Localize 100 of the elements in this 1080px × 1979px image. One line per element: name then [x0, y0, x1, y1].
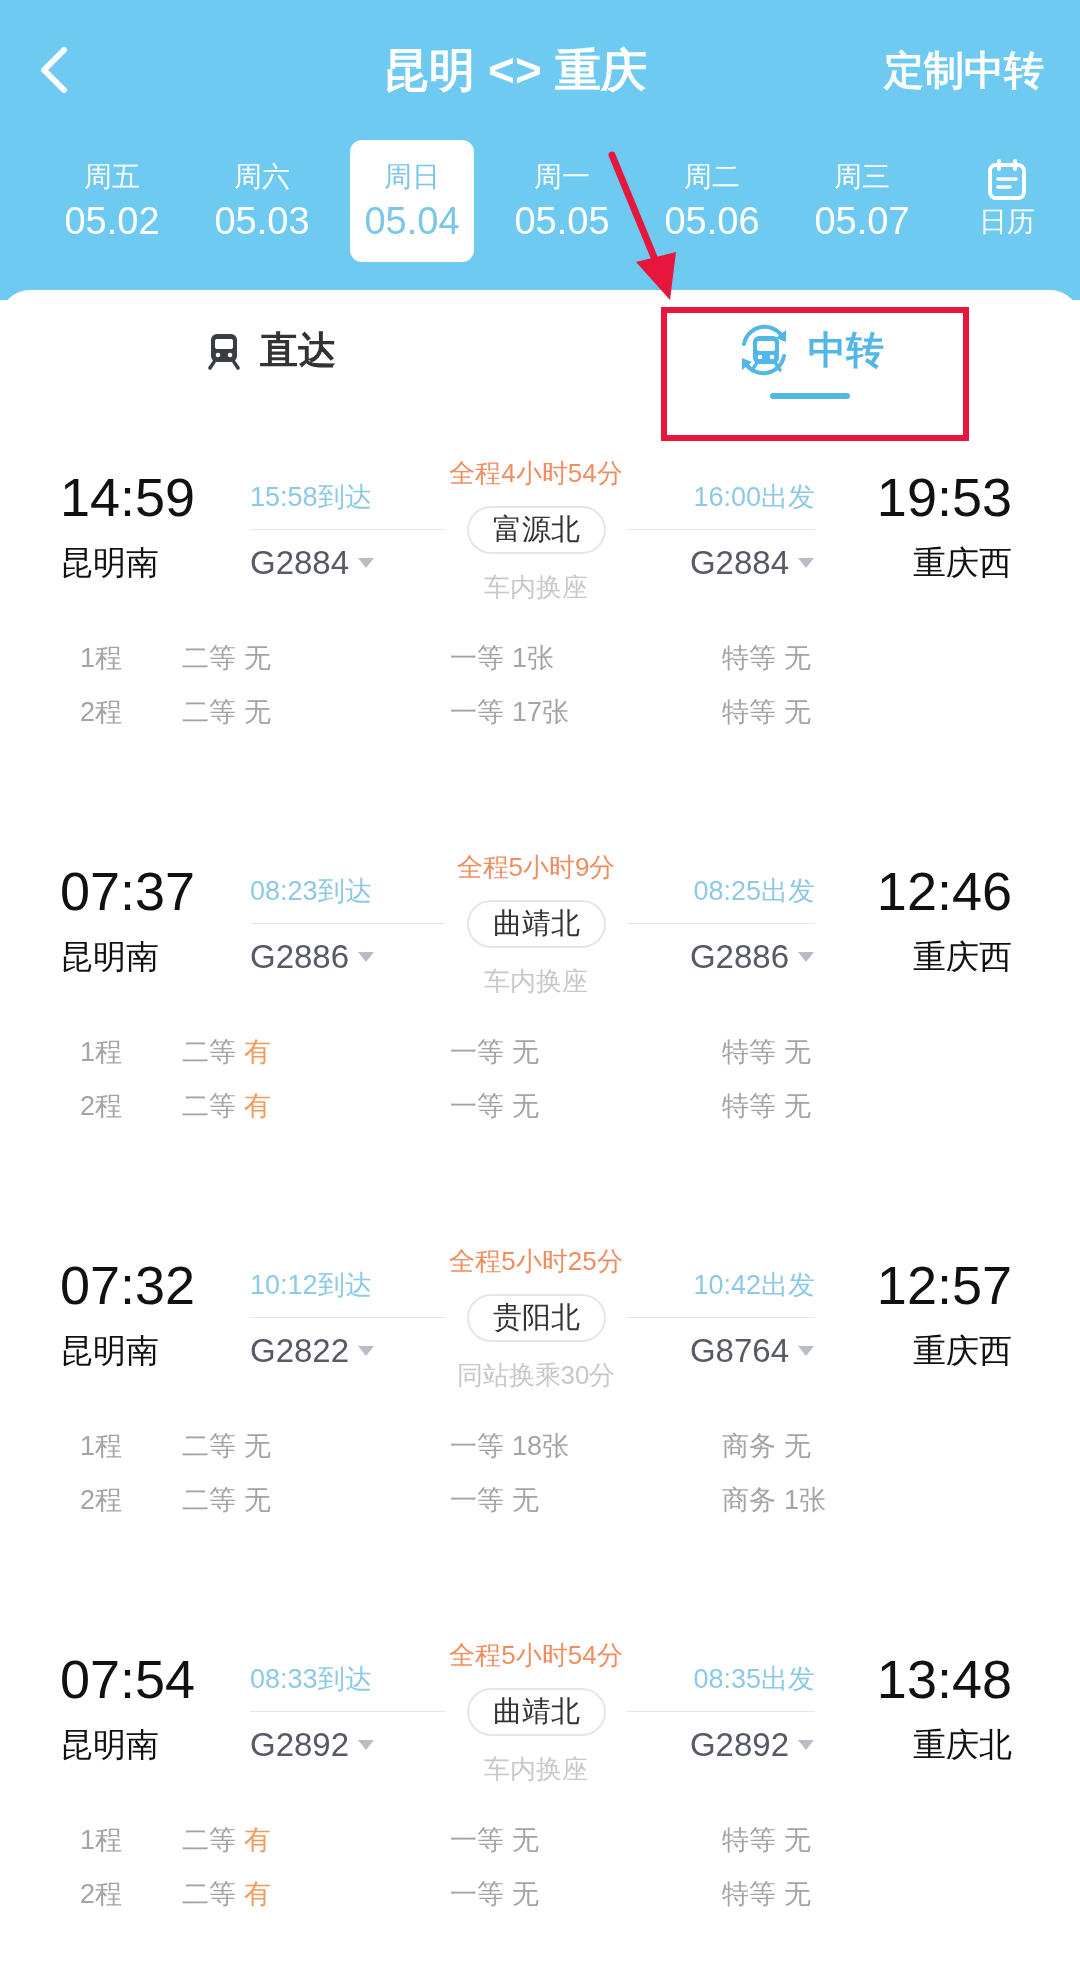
leg-label: 1程: [80, 1430, 124, 1463]
dropdown-caret-icon: [797, 557, 815, 569]
seat-class: 一等: [450, 1879, 504, 1909]
arrival-time: 08:33到达: [250, 1664, 372, 1694]
total-duration: 全程5小时25分: [449, 1245, 623, 1278]
seat-availability: 无: [512, 1037, 539, 1067]
seat-class: 二等: [182, 1879, 236, 1909]
seat-availability: 无: [784, 1825, 811, 1855]
dropdown-caret-icon: [357, 1345, 376, 1357]
arrival-time: 10:12到达: [250, 1270, 372, 1300]
departure-station: 昆明南: [60, 543, 160, 583]
departure-time: 14:59: [60, 466, 197, 529]
transfer-station: 贵阳北: [466, 1294, 606, 1342]
seat-class: 二等: [182, 697, 236, 727]
arrival-station: 重庆西: [912, 1331, 1012, 1371]
train-number-dropdown[interactable]: G2886: [250, 935, 350, 979]
seat-class: 二等: [182, 1825, 236, 1855]
seat-availability: 无: [512, 1485, 539, 1515]
arrival-station: 重庆西: [912, 543, 1012, 583]
total-duration: 全程5小时9分: [456, 851, 616, 884]
seat-class: 一等: [450, 1091, 504, 1121]
departure-station: 昆明南: [60, 1331, 160, 1371]
seat-availability: 有: [244, 1879, 271, 1909]
seat-class: 特等: [722, 697, 776, 727]
seat-class: 一等: [450, 1431, 504, 1461]
leg-label: 1程: [80, 1824, 124, 1857]
train-number-dropdown[interactable]: G2822: [250, 1329, 350, 1373]
leg-label: 2程: [80, 1878, 124, 1911]
seat-class: 二等: [182, 1091, 236, 1121]
seat-class: 二等: [182, 1037, 236, 1067]
seat-availability: 无: [512, 1825, 539, 1855]
seat-availability: 有: [244, 1037, 271, 1067]
departure-time: 07:32: [60, 1254, 197, 1317]
seat-class: 特等: [722, 1879, 776, 1909]
seat-availability: 有: [244, 1091, 271, 1121]
seat-class: 二等: [182, 1431, 236, 1461]
arrival-time: 13:48: [875, 1648, 1012, 1711]
departure-time: 08:25出发: [693, 876, 815, 906]
seat-availability: 无: [784, 1431, 811, 1461]
departure-time: 16:00出发: [693, 482, 815, 512]
dropdown-caret-icon: [357, 951, 376, 963]
seat-availability: 无: [784, 1879, 811, 1909]
departure-station: 昆明南: [60, 937, 160, 977]
seat-class: 一等: [450, 1037, 504, 1067]
seat-class: 一等: [450, 643, 504, 673]
train-number-dropdown[interactable]: G8764: [689, 1329, 789, 1373]
departure-time: 08:35出发: [693, 1664, 815, 1694]
seat-class: 特等: [722, 643, 776, 673]
train-number-dropdown[interactable]: G2884: [250, 541, 350, 585]
seat-class: 一等: [450, 1825, 504, 1855]
transfer-station: 富源北: [466, 506, 606, 554]
arrival-station: 重庆西: [912, 937, 1012, 977]
seat-availability: 无: [784, 643, 811, 673]
seat-availability: 无: [784, 1037, 811, 1067]
seat-availability: 无: [244, 1485, 271, 1515]
dropdown-caret-icon: [357, 557, 376, 569]
leg-label: 2程: [80, 1090, 124, 1123]
seat-availability: 无: [512, 1091, 539, 1121]
seat-class: 商务: [722, 1485, 776, 1515]
seat-availability: 无: [244, 643, 271, 673]
seat-availability: 无: [512, 1879, 539, 1909]
seat-class: 特等: [722, 1825, 776, 1855]
seat-availability: 无: [784, 1091, 811, 1121]
arrival-time: 12:57: [875, 1254, 1012, 1317]
seat-class: 商务: [722, 1431, 776, 1461]
total-duration: 全程4小时54分: [449, 457, 623, 490]
page-title: 昆明 <> 重庆: [383, 42, 647, 98]
departure-station: 昆明南: [60, 1725, 160, 1765]
transfer-station: 曲靖北: [466, 900, 606, 948]
seat-class: 特等: [722, 1091, 776, 1121]
train-number-dropdown[interactable]: G2892: [689, 1723, 789, 1767]
total-duration: 全程5小时54分: [449, 1639, 623, 1672]
train-number-dropdown[interactable]: G2886: [689, 935, 789, 979]
departure-time: 07:37: [60, 860, 197, 923]
leg-label: 1程: [80, 1036, 124, 1069]
arrival-time: 08:23到达: [250, 876, 372, 906]
train-number-dropdown[interactable]: G2892: [250, 1723, 350, 1767]
departure-time: 10:42出发: [693, 1270, 815, 1300]
arrival-time: 15:58到达: [250, 482, 372, 512]
route-tab[interactable]: 直达: [0, 290, 540, 430]
train-number-dropdown[interactable]: G2884: [689, 541, 789, 585]
leg-label: 2程: [80, 696, 124, 729]
arrival-time: 19:53: [875, 466, 1012, 529]
seat-availability: 有: [244, 1825, 271, 1855]
seat-class: 一等: [450, 1485, 504, 1515]
dropdown-caret-icon: [797, 951, 815, 963]
calendar-icon: [987, 159, 1027, 201]
seat-class: 二等: [182, 1485, 236, 1515]
seat-availability: 1张: [512, 643, 555, 673]
dropdown-caret-icon: [797, 1345, 815, 1357]
seat-availability: 无: [784, 697, 811, 727]
seat-class: 二等: [182, 643, 236, 673]
leg-label: 2程: [80, 1484, 124, 1517]
seat-class: 特等: [722, 1037, 776, 1067]
seat-availability: 无: [244, 1431, 271, 1461]
seat-availability: 1张: [784, 1485, 827, 1515]
seat-availability: 17张: [512, 697, 570, 727]
transfer-station: 曲靖北: [466, 1688, 606, 1736]
leg-label: 1程: [80, 642, 124, 675]
arrival-station: 重庆北: [912, 1725, 1012, 1765]
